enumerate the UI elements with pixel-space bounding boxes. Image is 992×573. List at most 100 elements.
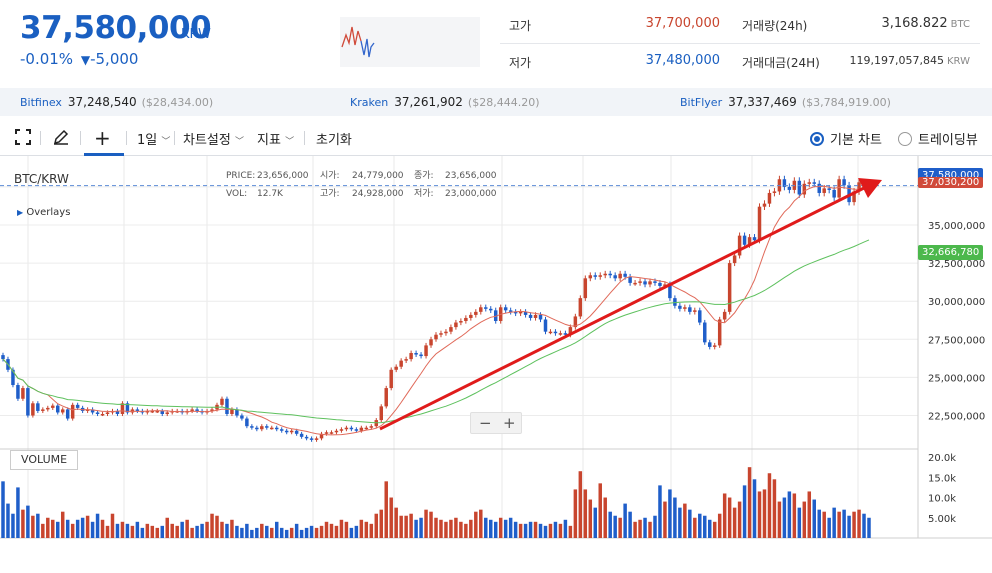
candle-body [737,235,742,256]
basic-chart-option[interactable]: 기본 차트 [810,129,882,148]
candle-body [623,273,627,277]
volume-tick-label: 15.0k [928,473,956,484]
zoom-in-button[interactable]: + [503,414,516,432]
exchange-price-bar: Bitfinex 37,248,540 ($28,434.00) Kraken 37,… [0,88,992,116]
volume-bar [230,519,234,538]
ma-long-tag: 32,666,780 [918,245,984,260]
volume-bar [693,517,697,538]
tradingview-option[interactable]: 트레이딩뷰 [898,129,978,148]
volume-bar [553,521,558,538]
volume-bar [374,513,379,538]
volume-bar [842,509,846,538]
reset-button[interactable]: 초기화 [316,129,352,148]
tradingview-label: 트레이딩뷰 [918,133,978,148]
sparkline-chart [341,26,375,58]
volume-bar [180,521,184,538]
volume-bar [344,521,349,538]
volume-bar [334,525,339,538]
candle-body [309,438,314,440]
candle-body [673,298,677,306]
toolbar-separator [40,131,41,145]
volume-bar [563,519,568,538]
ma-short-tag: 37,030,200 [918,177,984,188]
volume-24h-unit: BTC [950,19,970,30]
volume-bar [444,521,448,538]
candle-body [603,273,607,276]
volume-bar [593,507,598,538]
low-value: 37,480,000 [645,53,720,68]
volume-bar [160,525,165,538]
volume-bar [683,503,687,538]
candle-body [195,409,199,411]
info-high: 24,928,000 [352,189,404,199]
zoom-controls: − + [470,412,522,434]
volume-bar [399,515,403,538]
candle-body [369,426,374,428]
overlays-toggle[interactable]: ▶ Overlays [17,207,70,218]
candle-body [459,321,463,323]
info-open-label: 시가: [320,170,340,181]
volume-bar [678,507,682,538]
overlays-label: Overlays [26,207,71,218]
volume-bar [578,471,583,538]
volume-bar [414,519,418,538]
volume-bar [797,507,802,538]
volume-24h: 3,168.822 BTC [881,16,970,31]
volume-bar [454,517,458,538]
candle-body [553,331,558,334]
volume-panel-label: VOLUME [10,450,79,470]
volume-bar [309,525,314,538]
triangle-right-icon: ▶ [17,208,24,217]
candle-body [414,353,418,355]
indicators-menu[interactable]: 지표 ﹀ [257,129,294,148]
candle-body [688,307,692,312]
volume-bar [110,513,115,538]
volume-bar [722,493,727,538]
candle-body [329,432,334,434]
volume-bar [439,519,443,538]
volume-tick-label: 10.0k [928,494,956,505]
volume-bar [533,521,538,538]
amount-24h-label: 거래대금(24H) [742,56,820,70]
volume-bar [26,505,30,538]
volume-bar [459,521,463,538]
chart-pair-label: BTC/KRW [14,172,69,186]
volume-bar [100,519,105,538]
price-unit: KRW [181,27,211,42]
exchange-price: 37,248,540 [67,95,137,109]
candle-body [255,427,259,430]
volume-bar [210,513,214,538]
candle-body [304,436,309,439]
price-tick-label: 32,500,000 [928,259,985,270]
candle-body [31,403,35,416]
volume-bar [284,529,289,538]
fullscreen-icon[interactable] [14,128,32,150]
volume-bar [349,527,354,538]
pencil-icon[interactable] [52,128,70,150]
zoom-out-button[interactable]: − [479,414,492,432]
candle-body [439,333,443,335]
candle-body [797,180,802,195]
candle-body [379,406,383,421]
crosshair-icon[interactable]: + [94,126,111,150]
candle-body [698,310,702,323]
volume-bar [698,513,702,538]
volume-bar [165,517,169,538]
interval-label: 1일 [137,133,158,148]
price-chart[interactable]: 35,000,000 32,500,000 30,000,000 27,500,000… [0,156,992,543]
volume-bar [260,523,264,538]
candle-body [683,307,687,309]
volume-bar [75,519,80,538]
volume-bar [11,513,15,538]
candle-body [842,179,846,186]
interval-select[interactable]: 1일 ﹀ [137,129,170,148]
candle-body [484,307,488,309]
chart-settings-menu[interactable]: 차트설정 ﹀ [183,129,244,148]
volume-bar [518,523,523,538]
toolbar-separator [80,131,81,145]
volume-bar [508,517,513,538]
candle-body [837,179,841,198]
volume-bar [289,527,294,538]
volume-bar [359,519,364,538]
volume-bar [493,521,498,538]
